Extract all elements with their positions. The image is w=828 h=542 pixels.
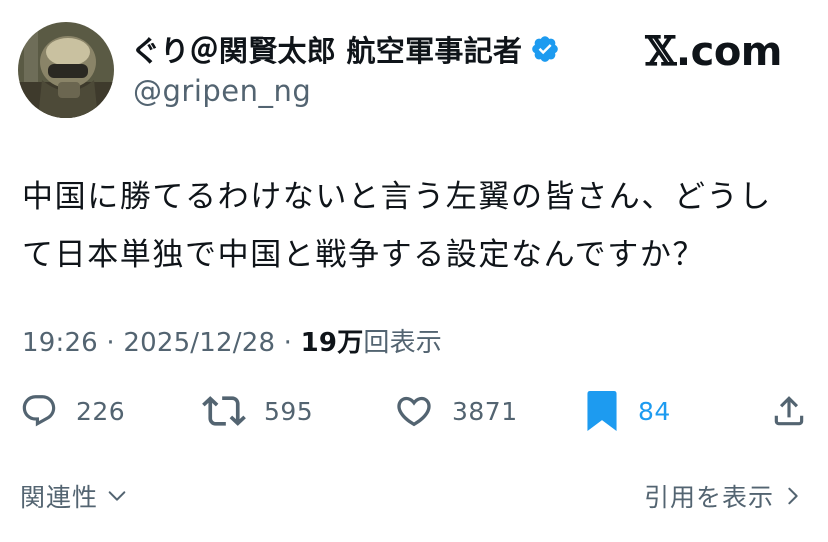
- retweet-count: 595: [264, 396, 314, 426]
- chevron-right-icon: [788, 487, 798, 505]
- reply-icon: [22, 395, 56, 427]
- bookmark-button[interactable]: 84: [584, 388, 671, 434]
- author-handle[interactable]: @gripen_ng: [133, 74, 311, 108]
- tweet-line: 中国に勝てるわけないと言う左翼の皆さん、どうし: [22, 179, 772, 215]
- pilot-helmet-avatar-icon: [18, 22, 114, 118]
- share-icon: [774, 396, 804, 426]
- meta-separator: ·: [97, 328, 124, 358]
- tweet-date[interactable]: 2025/12/28: [123, 328, 275, 358]
- x-logo-icon: 𝕏: [645, 28, 676, 75]
- like-count: 3871: [452, 396, 518, 426]
- tweet-body: 中国に勝てるわけないと言う左翼の皆さん、どうし て日本単独で中国と戦争する設定な…: [22, 168, 812, 284]
- tweet-meta: 19:26 · 2025/12/28 · 19万回表示: [22, 322, 442, 359]
- verified-badge-icon: [530, 34, 560, 64]
- related-label: 関連性: [20, 483, 99, 512]
- view-quotes-label: 引用を表示: [643, 483, 774, 512]
- action-bar: 226 595 3871 84: [0, 388, 828, 434]
- tweet-time[interactable]: 19:26: [22, 328, 98, 358]
- views-label: 回表示: [363, 328, 443, 358]
- heart-icon: [397, 396, 431, 427]
- bookmark-icon: [587, 391, 617, 431]
- tweet-line: て日本単独で中国と戦争する設定なんですか？: [22, 237, 706, 273]
- author-name-row: ぐり＠関賢太郎 航空軍事記者: [131, 28, 560, 70]
- avatar[interactable]: [18, 22, 114, 118]
- author-display-name[interactable]: ぐり＠関賢太郎 航空軍事記者: [131, 28, 522, 70]
- view-quotes-link[interactable]: 引用を表示: [644, 478, 804, 514]
- bookmark-count: 84: [638, 396, 671, 426]
- related-sort-button[interactable]: 関連性: [20, 478, 128, 514]
- views-count: 19万: [300, 328, 364, 358]
- reply-count: 226: [76, 396, 126, 426]
- retweet-button[interactable]: 595: [202, 388, 313, 434]
- retweet-icon: [202, 396, 246, 426]
- tweet-card: ぐり＠関賢太郎 航空軍事記者 @gripen_ng 𝕏.com 中国に勝てるわけ…: [0, 0, 828, 542]
- meta-separator: ·: [275, 328, 301, 358]
- like-button[interactable]: 3871: [394, 388, 518, 434]
- brand-label[interactable]: 𝕏.com: [645, 28, 782, 75]
- share-button[interactable]: [770, 388, 808, 434]
- brand-domain: .com: [675, 29, 783, 75]
- chevron-down-icon: [108, 491, 126, 501]
- reply-button[interactable]: 226: [20, 388, 125, 434]
